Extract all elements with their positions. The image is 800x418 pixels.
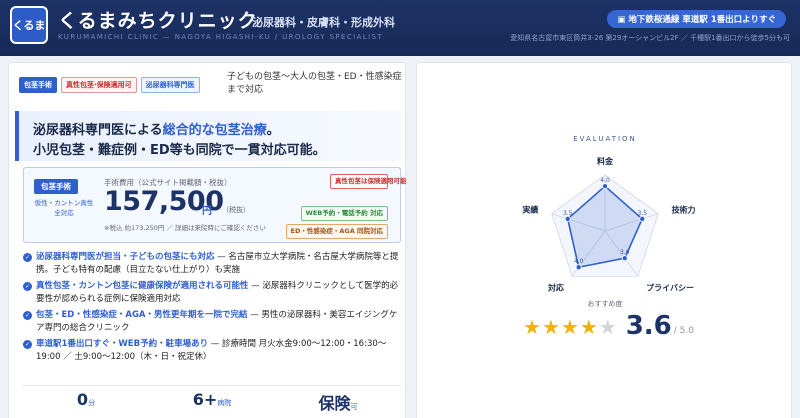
insurance-badge: 真性包茎は保険適用可能	[330, 174, 407, 189]
check-icon: ✓	[23, 311, 32, 320]
list-item: ✓ 真性包茎・カントン包茎に健康保険が適用される可能性 — 泌尿器科クリニックとし…	[23, 280, 401, 306]
radar-axis-label: 料金	[597, 156, 614, 166]
radar-value-label: 4.0	[574, 258, 584, 265]
radar-axis-label: 対応	[547, 283, 564, 293]
clinic-tagline: 泌尿器科・皮膚科・形成外科	[252, 16, 395, 29]
stat-unit: 病院	[217, 399, 232, 407]
radar-point	[564, 215, 571, 222]
services-badge: ED・性感染症・AGA 同院対応	[285, 224, 388, 239]
price-badge: 包茎手術	[34, 179, 78, 194]
radar-chart: 4.0 料金 3.5 技術力 3.0 プライバシー 4.0 対応 3.5 実績	[522, 156, 696, 293]
radar-value-label: 3.5	[563, 210, 573, 217]
feature-bold: 真性包茎・カントン包茎に健康保険が適用される可能性	[36, 281, 249, 291]
check-icon: ✓	[23, 340, 32, 349]
price-tax: （税抜）	[222, 206, 250, 214]
radar-point	[602, 183, 609, 190]
clinic-logo[interactable]: くるま	[10, 6, 48, 44]
star-filled-icon: ★	[541, 315, 561, 339]
price-subtitle: 仮性・カントン真性 全対応	[34, 199, 94, 217]
hero-line-1: 泌尿器科専門医による総合的な包茎治療。	[33, 119, 280, 138]
clinic-name: くるまみちクリニック	[58, 10, 258, 32]
radar-value-label: 3.5	[638, 210, 648, 217]
radar-axis-label: 実績	[522, 204, 538, 214]
hero-banner: 泌尿器科専門医による総合的な包茎治療。 小児包茎・難症例・ED等も同院で一貫対応…	[15, 111, 401, 161]
stat-number: 6+	[192, 390, 218, 409]
radar-point	[575, 264, 582, 271]
list-item: ✓ 包茎・ED・性感染症・AGA・男性更年期を一院で完結 — 男性の泌尿器科・美容…	[23, 309, 401, 335]
recommend-label: おすすめ度	[587, 300, 623, 308]
stat-unit: 分	[88, 399, 96, 407]
site-header: くるま くるまみちクリニック 泌尿器科・皮膚科・形成外科 KURUMAMICHI…	[0, 0, 800, 56]
feature-bold: 車道駅1番出口すぐ・WEB予約・駐車場あり	[36, 339, 209, 349]
train-icon: ▣	[617, 15, 629, 25]
tag-list: 包茎手術 真性包茎·保険適用可 泌尿器科専門医	[19, 77, 200, 93]
radar-point	[621, 255, 628, 262]
list-item: ✓ 泌尿器科専門医が担当・子どもの包茎にも対応 — 名古屋市立大学病院・名古屋大学…	[23, 251, 401, 277]
star-filled-icon: ★	[560, 315, 580, 339]
radar-value-label: 4.0	[600, 177, 610, 184]
tag-surgery: 包茎手術	[19, 77, 57, 93]
feature-bold: 包茎・ED・性感染症・AGA・男性更年期を一院で完結	[36, 310, 248, 320]
radar-axis-label: 技術力	[672, 204, 696, 214]
star-empty-icon: ★	[598, 315, 618, 339]
score: 3.6	[625, 311, 672, 341]
feature-bold: 泌尿器科専門医が担当・子どもの包茎にも対応	[36, 252, 215, 262]
clinic-english-name: KURUMAMICHI CLINIC — NAGOYA HIGASHI-KU /…	[58, 33, 384, 41]
check-icon: ✓	[23, 282, 32, 291]
stat-number: 保険	[318, 394, 351, 413]
stat-item: 6+病院	[149, 386, 275, 418]
radar-value-label: 3.0	[620, 249, 630, 256]
reservation-badge: WEB予約・電話予約 対応	[300, 206, 388, 221]
radar-axis-label: プライバシー	[646, 283, 694, 293]
stat-item: 0分	[23, 386, 149, 418]
stat-item: 保険可	[275, 386, 401, 418]
star-rating: ★★★★★	[523, 315, 618, 339]
list-item: ✓ 車道駅1番出口すぐ・WEB予約・駐車場あり — 診療時間 月火水金9:00〜1…	[23, 338, 401, 364]
evaluation-card: EVALUATION 4.0 料金 3.5 技術力 3.0 プライバシー 4.0 対応 3.5 実…	[416, 62, 792, 418]
hero-line-1-post: 。	[266, 123, 280, 138]
hero-line-1-pre: 泌尿器科専門医による	[33, 123, 163, 138]
score-max: / 5.0	[673, 326, 694, 336]
feature-list: ✓ 泌尿器科専門医が担当・子どもの包茎にも対応 — 名古屋市立大学病院・名古屋大学…	[23, 251, 401, 367]
hero-highlight: 総合的な包茎治療	[162, 123, 267, 138]
evaluation-title: EVALUATION	[573, 135, 637, 143]
access-text: 地下鉄桜通線 車道駅 1番出口よりすぐ	[628, 15, 776, 25]
star-filled-icon: ★	[579, 315, 599, 339]
rating: ★★★★★ 3.6 / 5.0	[523, 313, 694, 339]
tag-insurance: 真性包茎·保険適用可	[61, 77, 137, 93]
tag-description: 子どもの包茎〜大人の包茎・ED・性感染症まで対応	[227, 72, 402, 95]
price-note: ※税込 約173,250円 ／ 詳細は来院時にご確認ください	[104, 224, 266, 232]
tag-specialist: 泌尿器科専門医	[140, 77, 200, 93]
address: 愛知県名古屋市東区筒井3-26 第29オーシャンビル2F ／ 千種駅1番出口から…	[510, 34, 790, 42]
check-icon: ✓	[23, 253, 32, 262]
clinic-info-card: 包茎手術 真性包茎·保険適用可 泌尿器科専門医 子どもの包茎〜大人の包茎・ED・…	[8, 62, 407, 418]
hero-line-2: 小児包茎・難症例・ED等も同院で一貫対応可能。	[33, 143, 326, 158]
stat-number: 0	[76, 390, 89, 409]
price-box: 包茎手術 仮性・カントン真性 全対応 手術費用（公式サイト掲載額・税抜） 157…	[23, 167, 407, 243]
star-filled-icon: ★	[523, 315, 542, 339]
stat-unit: 可	[350, 403, 358, 411]
access-pill: ▣ 地下鉄桜通線 車道駅 1番出口よりすぐ	[607, 10, 786, 28]
stats-row: 0分 6+病院 保険可	[23, 385, 401, 418]
price-unit: 円	[202, 206, 212, 217]
radar-point	[639, 215, 646, 222]
